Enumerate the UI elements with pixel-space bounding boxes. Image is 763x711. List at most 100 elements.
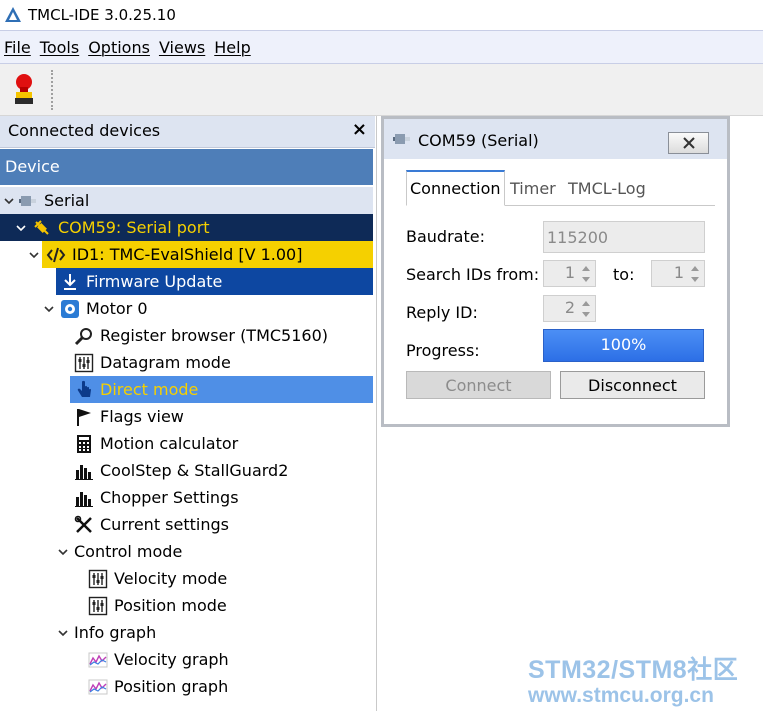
tree-item-motion-calculator[interactable]: Motion calculator (70, 430, 373, 457)
tree-label-velocity-mode: Velocity mode (114, 569, 228, 588)
panel-title: Connected devices (8, 121, 161, 140)
reply-id-value: 2 (564, 298, 575, 317)
tree-label-info-graph: Info graph (74, 623, 157, 642)
tree-label-firmware: Firmware Update (86, 272, 223, 291)
column-header-label: Device (5, 157, 60, 176)
dialog-close-button[interactable] (668, 132, 709, 154)
download-icon (60, 272, 80, 292)
tree-label-position-mode: Position mode (114, 596, 227, 615)
tab-connection[interactable]: Connection (406, 170, 505, 206)
calculator-icon (74, 434, 94, 454)
tree-label-motor: Motor 0 (86, 299, 148, 318)
tree-label-direct-mode: Direct mode (100, 380, 199, 399)
line-graph-icon (88, 650, 108, 670)
line-graph-icon (88, 677, 108, 697)
dialog-title-bar[interactable]: COM59 (Serial) (384, 119, 727, 159)
tree-item-direct-mode[interactable]: Direct mode (70, 376, 373, 403)
menu-tools[interactable]: Tools (40, 38, 79, 57)
menu-file[interactable]: File (4, 38, 31, 57)
tree-item-velocity-mode[interactable]: Velocity mode (84, 565, 373, 592)
tree-label-flags: Flags view (100, 407, 184, 426)
chevron-down-icon[interactable] (3, 195, 15, 207)
tree-label-chopper: Chopper Settings (100, 488, 239, 507)
progress-label: Progress: (406, 341, 480, 360)
spin-arrows-icon[interactable] (579, 298, 593, 320)
menu-options[interactable]: Options (88, 38, 150, 57)
sliders-icon (88, 596, 108, 616)
tree-label-device: ID1: TMC-EvalShield [V 1.00] (72, 245, 303, 264)
chevron-down-icon[interactable] (28, 249, 40, 261)
tree-item-register-browser[interactable]: Register browser (TMC5160) (70, 322, 373, 349)
tree-label-motion-calculator: Motion calculator (100, 434, 239, 453)
tree-item-com59[interactable]: COM59: Serial port (0, 214, 373, 241)
menu-help[interactable]: Help (214, 38, 250, 57)
plug-icon (32, 218, 52, 238)
watermark: STM32/STM8社区 www.stmcu.org.cn (528, 650, 738, 708)
tree-item-serial[interactable]: Serial (0, 187, 373, 214)
tree-item-position-mode[interactable]: Position mode (84, 592, 373, 619)
title-bar: TMCL-IDE 3.0.25.10 (0, 0, 763, 30)
chevron-down-icon[interactable] (57, 627, 69, 639)
search-to-spinbox[interactable]: 1 (651, 260, 705, 287)
progress-bar: 100% (543, 329, 704, 362)
flag-icon (74, 407, 94, 427)
bar-chart-icon (74, 461, 94, 481)
tree-item-coolstep[interactable]: CoolStep & StallGuard2 (70, 457, 373, 484)
chevron-down-icon[interactable] (57, 546, 69, 558)
serial-icon (393, 134, 410, 144)
tree-item-flags-view[interactable]: Flags view (70, 403, 373, 430)
connect-button[interactable]: Connect (406, 371, 551, 399)
magnifier-icon (74, 326, 94, 346)
tree-item-chopper-settings[interactable]: Chopper Settings (70, 484, 373, 511)
search-from-value: 1 (564, 263, 575, 282)
tree-label-com59: COM59: Serial port (58, 218, 210, 237)
baudrate-value: 115200 (547, 227, 609, 247)
panel-header: Connected devices × (0, 116, 375, 148)
toolbar (0, 64, 763, 116)
motor-icon (60, 299, 80, 319)
tree-item-position-graph[interactable]: Position graph (84, 673, 373, 700)
watermark-line2: www.stmcu.org.cn (528, 684, 714, 707)
tree-label-velocity-graph: Velocity graph (114, 650, 229, 669)
baudrate-field[interactable]: 115200 (543, 221, 705, 253)
tools-icon (74, 515, 94, 535)
to-label: to: (613, 265, 635, 284)
device-column-header[interactable]: Device (0, 149, 373, 185)
com59-dialog: COM59 (Serial) Connection Timer TMCL-Log… (381, 116, 730, 427)
tab-tmcl-log[interactable]: TMCL-Log (568, 170, 646, 206)
tree-item-info-graph[interactable]: Info graph (58, 619, 373, 646)
tab-timer[interactable]: Timer (510, 170, 556, 206)
menu-bar: File Tools Options Views Help (0, 30, 763, 64)
baudrate-label: Baudrate: (406, 227, 485, 246)
emergency-stop-icon[interactable] (11, 72, 37, 106)
serial-icon (18, 191, 38, 211)
chevron-down-icon[interactable] (43, 303, 55, 315)
tree-item-motor-0[interactable]: Motor 0 (44, 295, 373, 322)
tree-item-velocity-graph[interactable]: Velocity graph (84, 646, 373, 673)
tree-item-device-id1[interactable]: ID1: TMC-EvalShield [V 1.00] (29, 241, 373, 268)
watermark-line1: STM32/STM8社区 (528, 656, 739, 684)
disconnect-button[interactable]: Disconnect (560, 371, 705, 399)
chevron-down-icon[interactable] (15, 222, 27, 234)
toolbar-grip[interactable] (51, 70, 55, 110)
tree-item-current-settings[interactable]: Current settings (70, 511, 373, 538)
tree-item-firmware-update[interactable]: Firmware Update (56, 268, 373, 295)
spin-arrows-icon[interactable] (688, 263, 702, 285)
tree-label-current: Current settings (100, 515, 229, 534)
search-from-spinbox[interactable]: 1 (543, 260, 596, 287)
search-ids-label: Search IDs from: (406, 265, 540, 284)
tree-item-datagram-mode[interactable]: Datagram mode (70, 349, 373, 376)
tree-label-datagram: Datagram mode (100, 353, 231, 372)
panel-close-icon[interactable]: × (352, 119, 367, 140)
menu-views[interactable]: Views (159, 38, 205, 57)
dialog-title: COM59 (Serial) (418, 131, 539, 150)
window-title: TMCL-IDE 3.0.25.10 (28, 6, 176, 24)
reply-id-spinbox[interactable]: 2 (543, 295, 596, 322)
hand-pointer-icon (74, 380, 94, 400)
tree-label-serial: Serial (44, 191, 90, 210)
search-to-value: 1 (673, 263, 684, 282)
tree-label-position-graph: Position graph (114, 677, 229, 696)
spin-arrows-icon[interactable] (579, 263, 593, 285)
tree-item-control-mode[interactable]: Control mode (58, 538, 373, 565)
tree-label-register-browser: Register browser (TMC5160) (100, 326, 329, 345)
